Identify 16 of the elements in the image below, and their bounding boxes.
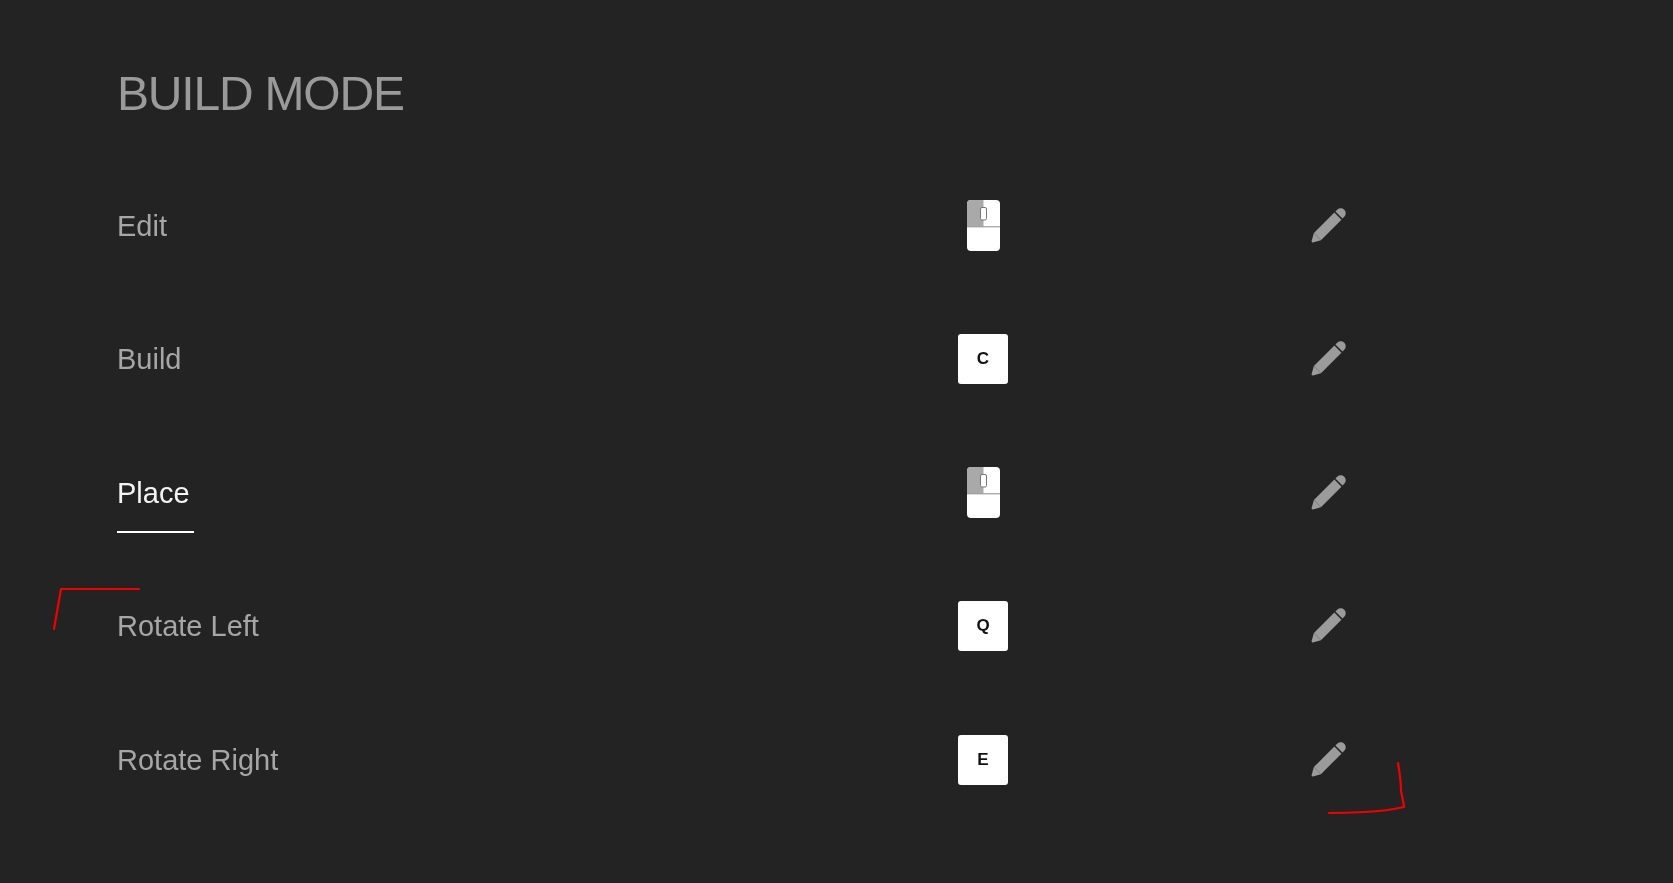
- action-label[interactable]: Rotate Left: [117, 586, 263, 667]
- mouse-icon: [966, 467, 1000, 519]
- pencil-icon[interactable]: [1310, 474, 1346, 511]
- action-label[interactable]: Build: [117, 319, 186, 400]
- action-label[interactable]: Edit: [117, 185, 171, 266]
- action-label[interactable]: Rotate Right: [117, 719, 283, 800]
- pencil-icon[interactable]: [1310, 741, 1346, 778]
- keycap: Q: [958, 601, 1008, 652]
- keycap: C: [958, 334, 1008, 385]
- pencil-icon[interactable]: [1310, 207, 1346, 244]
- pencil-icon[interactable]: [1310, 608, 1346, 645]
- mouse-icon: [966, 200, 1000, 252]
- pencil-icon[interactable]: [1310, 341, 1346, 378]
- action-label[interactable]: Place: [117, 452, 194, 533]
- page-title: BUILD MODE: [117, 66, 404, 122]
- keycap: E: [958, 734, 1008, 785]
